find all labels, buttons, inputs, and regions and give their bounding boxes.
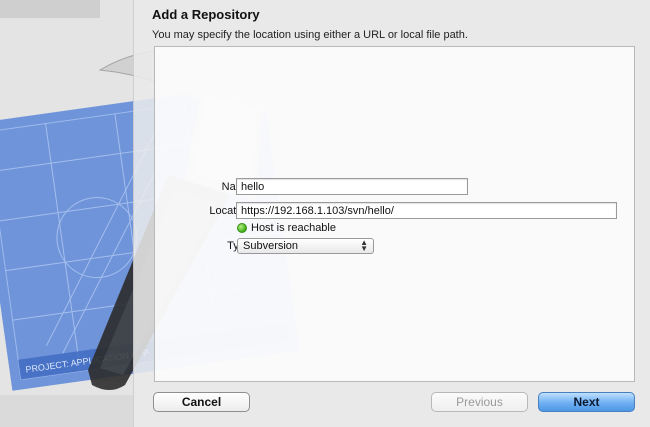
location-field[interactable] bbox=[236, 202, 617, 219]
name-field[interactable] bbox=[236, 178, 468, 195]
green-dot-icon bbox=[237, 223, 247, 233]
previous-button[interactable]: Previous bbox=[431, 392, 528, 412]
cancel-button[interactable]: Cancel bbox=[153, 392, 250, 412]
next-button[interactable]: Next bbox=[538, 392, 635, 412]
dialog-title: Add a Repository bbox=[152, 7, 260, 22]
updown-arrows-icon: ▲ ▼ bbox=[360, 238, 368, 253]
type-select[interactable]: Subversion ▲ ▼ bbox=[237, 238, 374, 254]
type-select-value: Subversion bbox=[243, 240, 299, 252]
dialog-subtitle: You may specify the location using eithe… bbox=[152, 29, 468, 41]
host-status: Host is reachable bbox=[237, 221, 336, 235]
host-status-text: Host is reachable bbox=[251, 222, 336, 234]
add-repository-sheet: Add a Repository You may specify the loc… bbox=[133, 0, 650, 427]
repository-form-panel: Name Location Host is reachable Type Sub… bbox=[154, 46, 635, 382]
